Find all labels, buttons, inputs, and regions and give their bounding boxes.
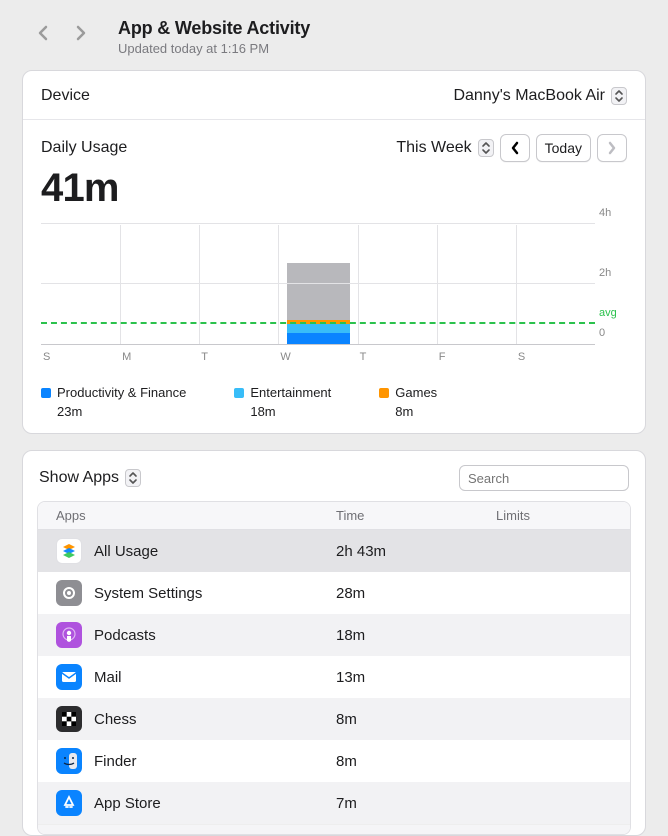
app-icon — [56, 790, 82, 816]
back-button[interactable] — [28, 18, 58, 48]
app-time: 18m — [318, 627, 478, 644]
chart-x-tick: S — [41, 351, 120, 363]
table-row[interactable]: Finder 8m — [38, 740, 630, 782]
prev-period-button[interactable] — [500, 134, 530, 162]
divider — [23, 119, 645, 120]
app-time: 13m — [318, 669, 478, 686]
usage-legend: Productivity & Finance 23m Entertainment 18… — [41, 385, 627, 419]
table-row[interactable]: App Store 7m — [38, 782, 630, 824]
today-button[interactable]: Today — [536, 134, 591, 162]
legend-item: Entertainment 18m — [234, 385, 331, 419]
app-name: Podcasts — [94, 627, 156, 644]
search-field[interactable] — [459, 465, 629, 491]
legend-swatch — [41, 388, 51, 398]
app-name: Chess — [94, 711, 137, 728]
app-name: Finder — [94, 753, 137, 770]
forward-button[interactable] — [66, 18, 96, 48]
col-limits[interactable]: Limits — [478, 502, 630, 529]
chart-avg-label: avg — [599, 307, 617, 319]
app-time: 7m — [318, 795, 478, 812]
daily-usage-label: Daily Usage — [41, 139, 127, 157]
table-row[interactable]: All Usage 2h 43m — [38, 530, 630, 572]
table-row[interactable]: Chess 8m — [38, 698, 630, 740]
chart-x-tick: T — [358, 351, 437, 363]
time-range-selector[interactable]: This Week — [396, 139, 493, 157]
legend-label: Productivity & Finance — [57, 385, 186, 400]
chevron-updown-icon — [478, 139, 494, 157]
usage-panel: Device Danny's MacBook Air Daily Usage T… — [22, 70, 646, 434]
app-icon — [56, 748, 82, 774]
chart-x-tick: S — [516, 351, 595, 363]
today-button-label: Today — [545, 140, 582, 156]
search-input[interactable] — [468, 471, 644, 486]
app-name: All Usage — [94, 543, 158, 560]
apps-panel: Show Apps Apps Time Limits All Usage 2h 4… — [22, 450, 646, 836]
legend-value: 23m — [57, 404, 186, 419]
page-title: App & Website Activity — [118, 18, 310, 39]
chevron-updown-icon — [611, 87, 627, 105]
legend-item: Games 8m — [379, 385, 437, 419]
legend-label: Entertainment — [250, 385, 331, 400]
col-time[interactable]: Time — [318, 502, 478, 529]
legend-swatch — [379, 388, 389, 398]
app-time: 8m — [318, 711, 478, 728]
chart-x-tick: F — [437, 351, 516, 363]
app-name: System Settings — [94, 585, 202, 602]
chart-y-tick: 0 — [599, 327, 605, 339]
app-icon — [56, 538, 82, 564]
app-icon — [56, 580, 82, 606]
device-label: Device — [41, 87, 90, 105]
chart-y-tick: 2h — [599, 267, 611, 279]
apps-table: Apps Time Limits All Usage 2h 43m System S… — [37, 501, 631, 835]
legend-value: 18m — [250, 404, 331, 419]
col-apps[interactable]: Apps — [38, 502, 318, 529]
window-toolbar: App & Website Activity Updated today at … — [0, 0, 668, 66]
next-period-button[interactable] — [597, 134, 627, 162]
app-time: 28m — [318, 585, 478, 602]
time-range-value: This Week — [396, 139, 471, 157]
chevron-updown-icon — [125, 469, 141, 487]
table-row[interactable]: Podcasts 18m — [38, 614, 630, 656]
chart-x-tick: W — [278, 351, 357, 363]
table-row[interactable]: System Settings 28m — [38, 572, 630, 614]
chart-x-tick: T — [199, 351, 278, 363]
app-time: 8m — [318, 753, 478, 770]
table-overflow-hint — [38, 824, 630, 834]
show-apps-selector[interactable]: Show Apps — [39, 469, 141, 487]
legend-value: 8m — [395, 404, 437, 419]
legend-swatch — [234, 388, 244, 398]
app-name: Mail — [94, 669, 122, 686]
app-name: App Store — [94, 795, 161, 812]
legend-item: Productivity & Finance 23m — [41, 385, 186, 419]
page-subtitle: Updated today at 1:16 PM — [118, 41, 310, 56]
show-apps-label: Show Apps — [39, 469, 119, 487]
device-value: Danny's MacBook Air — [453, 87, 605, 105]
app-icon — [56, 664, 82, 690]
device-selector[interactable]: Danny's MacBook Air — [453, 87, 627, 105]
usage-chart: 4h2h0avg SMTWTFS — [41, 225, 627, 345]
legend-label: Games — [395, 385, 437, 400]
daily-usage-total: 41m — [41, 166, 627, 211]
chart-y-tick: 4h — [599, 207, 611, 219]
app-icon — [56, 622, 82, 648]
table-row[interactable]: Mail 13m — [38, 656, 630, 698]
apps-table-header: Apps Time Limits — [38, 502, 630, 530]
chart-x-tick: M — [120, 351, 199, 363]
app-icon — [56, 706, 82, 732]
app-time: 2h 43m — [318, 543, 478, 560]
chart-avg-line — [41, 322, 595, 324]
